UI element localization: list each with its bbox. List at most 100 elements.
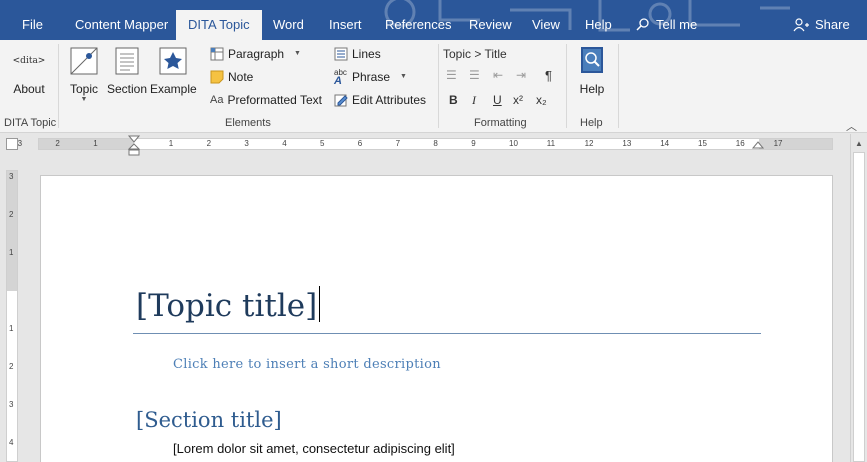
help-button[interactable]: Help: [574, 46, 610, 96]
about-label: About: [13, 82, 45, 96]
ruler-number: 2: [55, 139, 60, 148]
ruler-number: 4: [282, 139, 287, 148]
paragraph-button[interactable]: Paragraph ▼: [210, 44, 301, 64]
section-button[interactable]: Section: [106, 46, 148, 96]
ruler-number: 3: [244, 139, 249, 148]
scroll-up-icon[interactable]: ▲: [855, 139, 863, 148]
superscript-button[interactable]: x²: [513, 93, 523, 107]
person-add-icon: [793, 18, 809, 32]
decrease-indent-icon[interactable]: ⇤: [493, 68, 503, 82]
group-separator: [438, 44, 439, 128]
lines-label: Lines: [352, 47, 381, 61]
tab-review[interactable]: Review: [467, 10, 514, 40]
vertical-scrollbar[interactable]: ▲: [850, 134, 867, 462]
phrase-button[interactable]: abc A Phrase ▼: [334, 67, 407, 87]
bulleted-list-icon[interactable]: ☰: [446, 68, 457, 82]
chevron-down-icon: ▼: [294, 50, 301, 57]
topic-button[interactable]: Topic ▼: [67, 46, 101, 103]
tab-references[interactable]: References: [383, 10, 453, 40]
lightbulb-search-icon: [636, 18, 649, 31]
tab-view[interactable]: View: [530, 10, 562, 40]
section-title[interactable]: [Section title]: [136, 408, 282, 432]
ruler-number: 3: [17, 139, 23, 148]
ruler-number: 14: [660, 139, 670, 148]
element-breadcrumb: Topic > Title: [443, 47, 507, 61]
ruler-number: 17: [773, 139, 783, 148]
paragraph-icon: [210, 47, 224, 61]
star-example-icon: [159, 47, 187, 75]
ruler-number: 3: [9, 400, 14, 409]
ruler-number: 1: [168, 139, 174, 148]
vertical-ruler[interactable]: 3 2 1 1 2 3 4: [6, 170, 18, 462]
tab-insert[interactable]: Insert: [327, 10, 364, 40]
indent-marker-icon[interactable]: [128, 135, 140, 157]
note-icon: [210, 70, 224, 84]
ruler-number: 16: [735, 139, 745, 148]
group-label-help: Help: [580, 117, 603, 129]
preformatted-label: Preformatted Text: [227, 93, 322, 107]
ruler-number: 12: [584, 139, 594, 148]
group-label-formatting: Formatting: [474, 117, 527, 129]
share-button[interactable]: Share: [793, 10, 850, 40]
ruler-number: 9: [471, 139, 476, 148]
ruler-number: 8: [433, 139, 438, 148]
note-button[interactable]: Note: [210, 67, 253, 87]
paragraph-label: Paragraph: [228, 47, 285, 61]
underline-button[interactable]: U: [493, 93, 502, 107]
example-button[interactable]: Example: [150, 46, 197, 96]
right-indent-marker-icon[interactable]: [752, 141, 764, 151]
ruler-number: 2: [206, 139, 212, 148]
ruler-number: 5: [320, 139, 325, 148]
tell-me-label: Tell me: [656, 17, 698, 32]
italic-button[interactable]: I: [472, 93, 476, 108]
about-button[interactable]: <dita> About: [8, 46, 50, 96]
tab-word[interactable]: Word: [271, 10, 306, 40]
ruler-number: 11: [546, 139, 556, 148]
phrase-label: Phrase: [352, 70, 391, 84]
edit-attributes-button[interactable]: Edit Attributes: [334, 90, 426, 110]
dita-logo-icon: <dita>: [12, 56, 46, 66]
bold-button[interactable]: B: [449, 93, 458, 107]
horizontal-ruler[interactable]: 3 2 1 1 2 3 4 5 6 7 8 9 10 11 12 13 14 15 16 17: [18, 138, 833, 150]
phrase-icon: abc A: [334, 67, 347, 87]
short-description-placeholder[interactable]: Click here to insert a short description: [173, 357, 441, 372]
ruler-margin-right: [759, 139, 832, 149]
tab-dita-topic[interactable]: DITA Topic: [176, 10, 262, 40]
ribbon-tab-bar: File Content Mapper DITA Topic Word Inse…: [0, 0, 867, 40]
scrollbar-thumb[interactable]: [853, 152, 865, 462]
tab-selector-icon[interactable]: [6, 138, 18, 150]
lines-icon: [334, 47, 348, 61]
chevron-down-icon: ▼: [80, 96, 88, 103]
document-page[interactable]: [Topic title] Click here to insert a sho…: [40, 175, 833, 462]
group-separator: [618, 44, 619, 128]
tab-content-mapper[interactable]: Content Mapper: [73, 10, 170, 40]
ruler-number: 1: [93, 139, 98, 148]
numbered-list-icon[interactable]: ☰: [469, 68, 480, 82]
ruler-number: 3: [9, 172, 14, 181]
subscript-button[interactable]: x₂: [536, 93, 547, 107]
tell-me-search[interactable]: Tell me: [636, 10, 697, 40]
share-label: Share: [815, 17, 850, 32]
topic-label: Topic: [69, 82, 98, 96]
ruler-number: 1: [9, 324, 14, 333]
tab-help[interactable]: Help: [583, 10, 614, 40]
collapse-ribbon-icon[interactable]: ︿: [846, 118, 857, 134]
ruler-margin-left: [39, 139, 134, 149]
ruler-number: 2: [9, 210, 14, 219]
section-icon: [115, 47, 139, 75]
ruler-number: 4: [9, 438, 14, 447]
topic-icon: [70, 47, 98, 75]
increase-indent-icon[interactable]: ⇥: [516, 68, 526, 82]
tab-file[interactable]: File: [20, 10, 45, 40]
group-label-dita-topic: DITA Topic: [4, 117, 57, 129]
edit-attributes-label: Edit Attributes: [352, 93, 427, 107]
horizontal-ruler-row: 3 2 1 1 2 3 4 5 6 7 8 9 10 11 12 13 14 15 16 17: [0, 133, 867, 157]
lines-button[interactable]: Lines: [334, 44, 381, 64]
group-label-elements: Elements: [225, 117, 271, 129]
body-paragraph[interactable]: [Lorem dolor sit amet, consectetur adipi…: [173, 441, 455, 456]
topic-title[interactable]: [Topic title]: [136, 286, 321, 324]
ribbon: <dita> About DITA Topic Topic ▼ Section …: [0, 40, 867, 133]
pilcrow-icon[interactable]: ¶: [545, 68, 552, 83]
preformatted-text-button[interactable]: Aa Preformatted Text: [210, 90, 322, 110]
text-caret: [319, 286, 321, 322]
